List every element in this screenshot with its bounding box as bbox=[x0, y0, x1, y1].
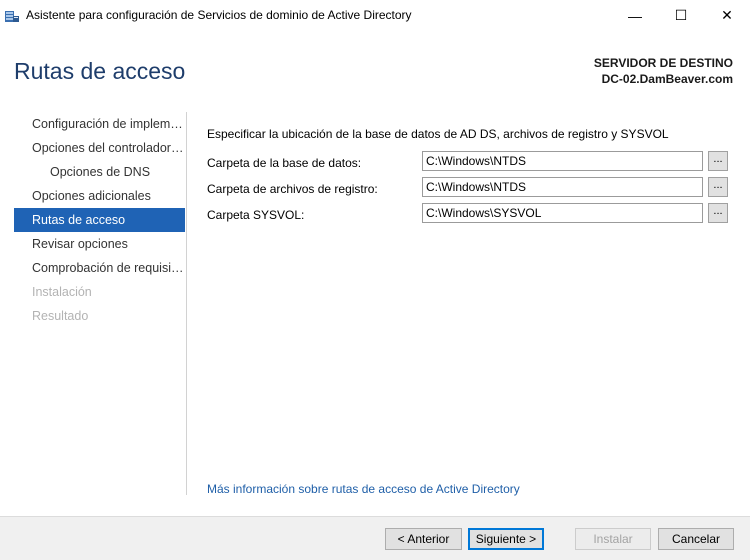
database-folder-input[interactable] bbox=[422, 151, 703, 171]
close-icon: ✕ bbox=[721, 7, 733, 23]
paths-instructions: Especificar la ubicación de la base de d… bbox=[207, 127, 669, 141]
ad-wizard-icon bbox=[4, 8, 20, 24]
cancel-button[interactable]: Cancelar bbox=[658, 528, 734, 550]
minimize-icon: — bbox=[628, 7, 642, 24]
sysvol-folder-browse-button[interactable]: ... bbox=[708, 203, 728, 223]
target-server-heading: SERVIDOR DE DESTINO bbox=[593, 56, 733, 70]
log-folder-label: Carpeta de archivos de registro: bbox=[207, 182, 378, 196]
target-server-name: DC-02.DamBeaver.com bbox=[601, 72, 733, 86]
nav-item-prerequisites-check[interactable]: Comprobación de requisitos previos bbox=[14, 256, 185, 280]
close-button[interactable]: ✕ bbox=[704, 0, 750, 31]
maximize-icon: ☐ bbox=[674, 7, 688, 23]
nav-item-installation: Instalación bbox=[32, 285, 92, 299]
more-info-link[interactable]: Más información sobre rutas de acceso de… bbox=[207, 482, 520, 496]
sysvol-folder-label: Carpeta SYSVOL: bbox=[207, 208, 305, 222]
nav-item-paths[interactable]: Rutas de acceso bbox=[14, 208, 185, 232]
nav-item-additional-options[interactable]: Opciones adicionales bbox=[14, 184, 185, 208]
sysvol-folder-input[interactable] bbox=[422, 203, 703, 223]
window-title: Asistente para configuración de Servicio… bbox=[26, 8, 412, 22]
nav-item-deployment-configuration[interactable]: Configuración de implementación bbox=[14, 112, 185, 136]
back-button[interactable]: < Anterior bbox=[385, 528, 462, 550]
maximize-button[interactable]: ☐ bbox=[658, 0, 704, 31]
minimize-button[interactable]: — bbox=[612, 0, 658, 31]
nav-item-review-options[interactable]: Revisar opciones bbox=[14, 232, 185, 256]
database-folder-browse-button[interactable]: ... bbox=[708, 151, 728, 171]
database-folder-label: Carpeta de la base de datos: bbox=[207, 156, 362, 170]
title-bar: Asistente para configuración de Servicio… bbox=[0, 0, 750, 31]
nav-item-dns-options[interactable]: Opciones de DNS bbox=[14, 160, 185, 184]
page-title: Rutas de acceso bbox=[14, 58, 186, 84]
install-button: Instalar bbox=[575, 528, 651, 550]
target-server: SERVIDOR DE DESTINO DC-02.DamBeaver.com bbox=[594, 55, 733, 87]
wizard-steps-nav: Configuración de implementación Opciones… bbox=[14, 112, 185, 328]
log-folder-browse-button[interactable]: ... bbox=[708, 177, 728, 197]
next-button[interactable]: Siguiente > bbox=[468, 528, 544, 550]
log-folder-input[interactable] bbox=[422, 177, 703, 197]
nav-item-results: Resultado bbox=[32, 309, 89, 323]
nav-divider bbox=[186, 112, 187, 495]
nav-item-dc-options[interactable]: Opciones del controlador de dominio bbox=[14, 136, 185, 160]
wizard-footer: < Anterior Siguiente > Instalar Cancelar bbox=[0, 516, 750, 560]
